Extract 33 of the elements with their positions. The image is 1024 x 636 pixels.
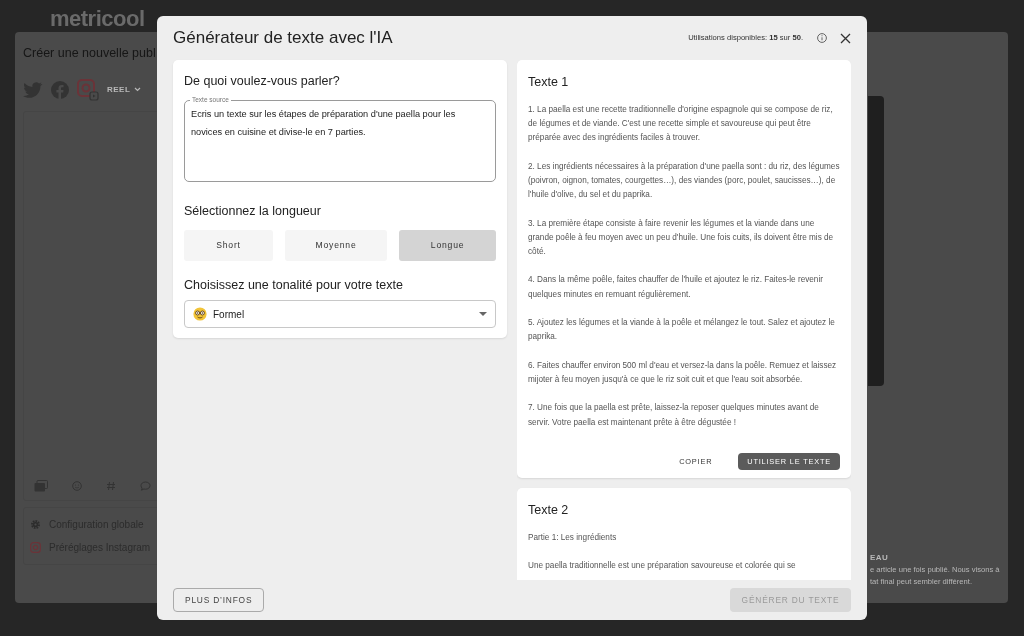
camera-icon bbox=[30, 541, 41, 553]
caret-down-icon bbox=[479, 312, 487, 317]
result-paragraph: 2. Les ingrédients nécessaires à la préparation d'une paella sont : du riz, des légumes (poivron, oignon, tomates, courgettes…), des viandes (porc, poulet, saucisses…), de l'huile d'olive, du sel et du paprika. bbox=[528, 160, 840, 202]
result-title: Texte 1 bbox=[528, 74, 570, 91]
result-paragraph: Partie 1: Les ingrédients bbox=[528, 531, 618, 544]
length-option[interactable]: Longue bbox=[399, 229, 496, 261]
result-paragraph: 5. Ajoutez les légumes et la viande à la poêle et mélangez le tout. Salez et ajoutez le paprika. bbox=[528, 317, 836, 344]
close-icon[interactable] bbox=[840, 32, 851, 44]
logo-text: metricool bbox=[50, 5, 145, 33]
result-paragraph: 4. Dans la même poêle, faites chauffer de l'huile et ajoutez le riz. Faites-le revenir quelques minutes en remuant régulièrement. bbox=[528, 274, 824, 301]
result-paragraph: 7. Une fois que la paella est prête, laissez-la reposer quelques minutes avant de servir. Votre paella est maintenant prête à être dégustée ! bbox=[528, 402, 820, 429]
section-label: EAU bbox=[870, 551, 890, 564]
result-title: Texte 2 bbox=[528, 501, 570, 519]
result-paragraph: 6. Faites chauffer environ 500 ml d'eau et versez-la dans la poêle. Remuez et laissez mijoter à feu moyen jusqu'à ce que le riz soit cuit et que l'eau soit absorbée. bbox=[528, 359, 838, 386]
nerd-face-icon bbox=[193, 307, 207, 322]
more-info-button[interactable]: PLUS D’INFOS bbox=[173, 587, 265, 613]
section-heading: De quoi voulez-vous parler? bbox=[184, 73, 341, 90]
section-heading: Sélectionnez la longueur bbox=[184, 202, 322, 220]
dialog-title: Générateur de texte avec l'IA bbox=[173, 27, 393, 50]
circle-f-icon[interactable] bbox=[51, 80, 69, 99]
bird-icon[interactable] bbox=[23, 80, 43, 99]
gear-icon bbox=[30, 518, 41, 530]
result-paragraph: 3. La première étape consiste à faire revenir les légumes et la viande dans une grande poêle à feu moyen avec un peu d'huile. Une fois cuits, ils doivent être mis de côté. bbox=[528, 217, 835, 259]
camera-icon[interactable] bbox=[77, 78, 99, 101]
post-type-dropdown[interactable]: REEL bbox=[107, 83, 131, 96]
result-paragraph: Une paella traditionnelle est une préparation savoureuse et colorée qui se bbox=[528, 559, 797, 572]
length-option[interactable]: Moyenne bbox=[285, 229, 388, 261]
chevron-down-icon[interactable] bbox=[134, 87, 142, 93]
result-paragraph: 1. La paella est une recette traditionnelle d'origine espagnole qui se compose de riz, de légumes et de viande. C'est une recette simple et savoureuse qui peut être préparée avec des ingrédients faciles à trouver. bbox=[528, 103, 834, 145]
tone-select[interactable]: Formel bbox=[184, 300, 496, 329]
section-heading: Choisissez une tonalité pour votre texte bbox=[184, 276, 404, 294]
info-icon[interactable] bbox=[817, 33, 827, 43]
length-option[interactable]: Short bbox=[184, 229, 273, 261]
